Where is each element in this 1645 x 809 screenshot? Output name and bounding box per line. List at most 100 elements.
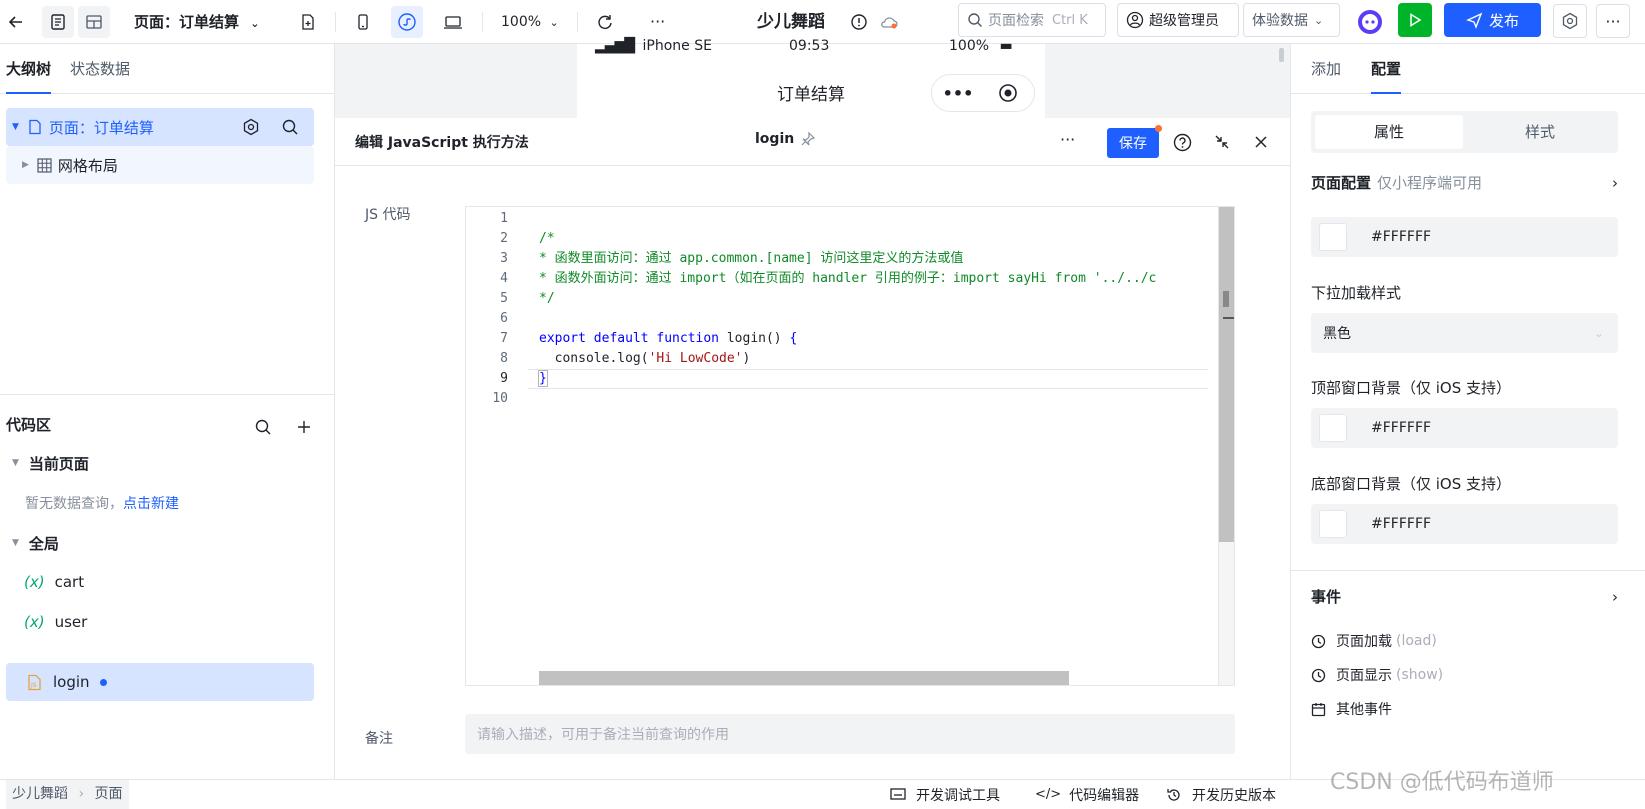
code-editor[interactable]: 1 2 3 4 5 6 7 8 9 10 /* * 函数里面访问：通过 app.… bbox=[465, 206, 1235, 686]
divider bbox=[577, 12, 578, 32]
js-editor-panel: 编辑 JavaScript 执行方法 login ··· 保存 JS 代码 1 … bbox=[335, 118, 1290, 779]
js-code-label: JS 代码 bbox=[365, 207, 411, 223]
mobile-preview-button[interactable] bbox=[347, 6, 379, 38]
search-input[interactable]: 页面检索 Ctrl K bbox=[958, 3, 1106, 37]
search-icon[interactable] bbox=[254, 418, 272, 436]
data-mode-select[interactable]: 体验数据 ⌄ bbox=[1243, 3, 1340, 37]
close-icon[interactable] bbox=[1253, 134, 1269, 150]
horizontal-scrollbar[interactable] bbox=[539, 671, 1069, 685]
search-icon[interactable] bbox=[281, 118, 299, 136]
group-global[interactable]: ▼ 全局 bbox=[6, 524, 314, 562]
alert-circle-icon bbox=[851, 14, 867, 30]
code-area-title: 代码区 bbox=[6, 416, 52, 434]
left-tabs: 大纲树 状态数据 bbox=[0, 44, 334, 94]
event-item[interactable]: 页面显示 (show) bbox=[1311, 665, 1443, 685]
add-page-button[interactable] bbox=[292, 6, 324, 38]
layout-view-button[interactable] bbox=[78, 6, 110, 38]
send-icon bbox=[1466, 12, 1483, 29]
user-role-button[interactable]: 超级管理员 bbox=[1117, 3, 1239, 37]
tab-add[interactable]: 添加 bbox=[1311, 44, 1341, 94]
dots-icon: ••• bbox=[942, 83, 974, 103]
create-query-link[interactable]: 点击新建 bbox=[123, 493, 179, 513]
bg-color-field[interactable]: #FFFFFF bbox=[1311, 217, 1618, 257]
bottom-bg-color-field[interactable]: #FFFFFF bbox=[1311, 504, 1618, 544]
tab-outline[interactable]: 大纲树 bbox=[6, 44, 52, 94]
color-swatch[interactable] bbox=[1319, 510, 1347, 538]
segment-control: 属性 样式 bbox=[1311, 111, 1618, 153]
capsule-menu[interactable]: ••• bbox=[931, 74, 1035, 112]
remark-input[interactable]: 请输入描述，可用于备注当前查询的作用 bbox=[465, 714, 1235, 754]
event-item[interactable]: 页面加载 (load) bbox=[1311, 631, 1437, 651]
line-number: 6 bbox=[500, 311, 508, 326]
chevron-down-icon: ⌄ bbox=[1593, 326, 1604, 340]
plus-icon[interactable] bbox=[295, 418, 313, 436]
event-item[interactable]: 其他事件 bbox=[1311, 699, 1392, 719]
back-button[interactable] bbox=[0, 6, 32, 38]
segment-attributes[interactable]: 属性 bbox=[1315, 115, 1463, 149]
debug-tool-button[interactable]: 开发调试工具 bbox=[890, 780, 1000, 809]
run-button[interactable] bbox=[1398, 3, 1432, 37]
variable-icon: (x) bbox=[24, 573, 45, 591]
history-icon bbox=[1167, 788, 1180, 801]
zoom-selector[interactable]: 100% ⌄ bbox=[501, 0, 559, 44]
cloud-icon bbox=[881, 17, 898, 29]
tree-node-page[interactable]: ▼ 页面：订单结算 bbox=[6, 108, 314, 146]
ai-bot-icon bbox=[1358, 10, 1382, 34]
canvas-scrollbar[interactable] bbox=[1279, 48, 1284, 62]
clock-icon bbox=[1311, 668, 1326, 682]
code-icon: </> bbox=[1035, 787, 1062, 802]
breadcrumb-item[interactable]: 页面 bbox=[95, 786, 123, 802]
page-config-header[interactable]: 页面配置 仅小程序端可用 › bbox=[1311, 172, 1618, 193]
code-line: } bbox=[538, 370, 548, 387]
file-add-icon bbox=[302, 14, 314, 30]
save-button[interactable]: 保存 bbox=[1107, 125, 1162, 158]
code-editor-button[interactable]: </> 代码编辑器 bbox=[1035, 780, 1139, 809]
tab-state-data[interactable]: 状态数据 bbox=[70, 44, 130, 94]
unsaved-dot bbox=[1155, 125, 1162, 132]
current-line-highlight bbox=[528, 369, 1208, 389]
help-icon[interactable] bbox=[1173, 133, 1192, 152]
settings-button[interactable] bbox=[1553, 4, 1587, 38]
events-header[interactable]: 事件 › bbox=[1311, 586, 1618, 607]
ai-assistant-button[interactable] bbox=[1353, 5, 1387, 39]
pull-style-select[interactable]: 黑色 ⌄ bbox=[1311, 313, 1618, 353]
color-swatch[interactable] bbox=[1319, 414, 1347, 442]
refresh-button[interactable] bbox=[589, 6, 621, 38]
layout-icon bbox=[86, 15, 102, 29]
top-bg-color-field[interactable]: #FFFFFF bbox=[1311, 408, 1618, 448]
segment-style[interactable]: 样式 bbox=[1466, 115, 1614, 149]
signal-icon: ▂▄▆█ bbox=[595, 38, 635, 54]
chevron-down-icon: ⌄ bbox=[549, 16, 559, 29]
tree-node-grid-layout[interactable]: ▶ 网格布局 bbox=[6, 146, 314, 184]
list-item-selected[interactable]: JS login bbox=[6, 663, 314, 701]
divider bbox=[0, 394, 335, 395]
publish-button[interactable]: 发布 bbox=[1444, 3, 1541, 37]
left-panel: 大纲树 状态数据 ▼ 页面：订单结算 ▶ 网格布局 代码区 ▼ 当前页面 暂无数… bbox=[0, 44, 335, 779]
editor-more-button[interactable]: ··· bbox=[1060, 130, 1075, 149]
tab-config[interactable]: 配置 bbox=[1371, 44, 1402, 94]
info-button[interactable] bbox=[843, 6, 875, 38]
color-swatch[interactable] bbox=[1319, 223, 1347, 251]
breadcrumb-item[interactable]: 少儿舞蹈 bbox=[12, 786, 68, 802]
collapse-icon[interactable] bbox=[1213, 133, 1231, 151]
settings-icon[interactable] bbox=[242, 118, 260, 136]
page-view-button[interactable] bbox=[42, 6, 74, 38]
svg-text:JS: JS bbox=[30, 682, 37, 689]
line-number: 7 bbox=[500, 331, 508, 346]
vertical-scrollbar[interactable] bbox=[1218, 207, 1234, 685]
group-current-page[interactable]: ▼ 当前页面 bbox=[6, 444, 314, 482]
caret-down-icon: ▼ bbox=[12, 458, 19, 468]
more-options-button[interactable]: ··· bbox=[1596, 4, 1630, 38]
code-line: * 函数外面访问：通过 import（如在页面的 handler 引用的例子：i… bbox=[539, 271, 1157, 286]
list-item[interactable]: (x) cart bbox=[6, 563, 314, 601]
chevron-down-icon: ⌄ bbox=[1314, 13, 1324, 27]
desktop-preview-button[interactable] bbox=[437, 6, 469, 38]
phone-icon bbox=[358, 14, 368, 30]
list-item[interactable]: (x) user bbox=[6, 603, 314, 641]
miniprogram-preview-button[interactable] bbox=[391, 6, 423, 38]
method-name[interactable]: login bbox=[755, 131, 816, 147]
scrollbar-thumb[interactable] bbox=[1219, 207, 1234, 542]
divider bbox=[335, 12, 336, 32]
page-selector[interactable]: 页面：订单结算 ⌄ bbox=[134, 0, 259, 44]
history-button[interactable]: 开发历史版本 bbox=[1166, 780, 1276, 809]
